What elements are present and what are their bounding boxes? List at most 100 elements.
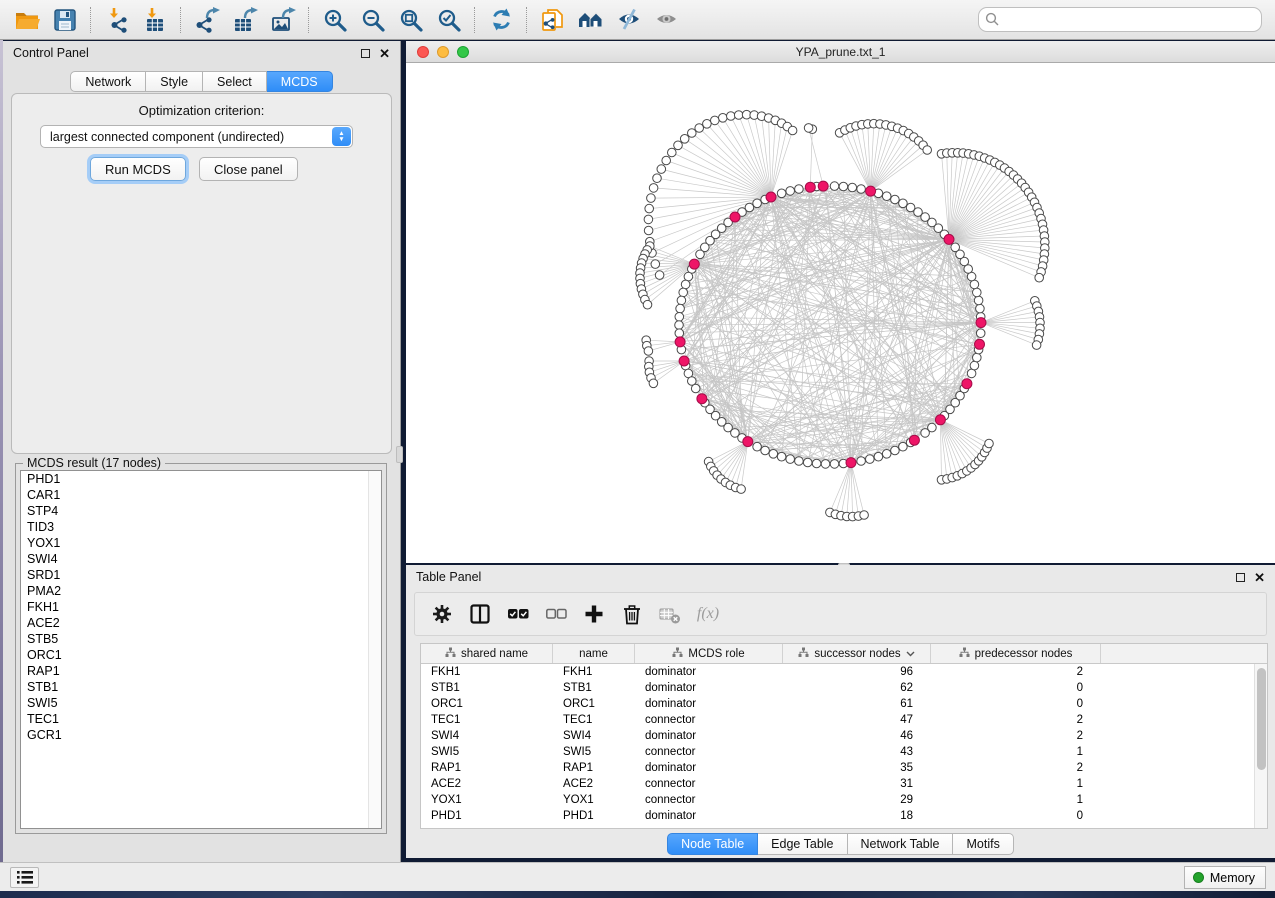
mcds-result-item[interactable]: STB5 [21, 631, 381, 647]
mcds-result-list[interactable]: PHD1CAR1STP4TID3YOX1SWI4SRD1PMA2FKH1ACE2… [20, 470, 382, 829]
table-row[interactable]: SWI4SWI4dominator462 [421, 728, 1254, 744]
export-network-icon[interactable] [188, 4, 226, 36]
table-cell[interactable]: TEC1 [553, 714, 635, 726]
tab-style[interactable]: Style [146, 71, 203, 92]
column-header-shared-name[interactable]: shared name [421, 644, 553, 663]
mcds-result-item[interactable]: FKH1 [21, 599, 381, 615]
table-cell[interactable]: dominator [635, 762, 783, 774]
maximize-window-icon[interactable] [457, 46, 469, 58]
add-icon[interactable] [577, 597, 611, 631]
table-row[interactable]: ORC1ORC1dominator610 [421, 696, 1254, 712]
tab-node-table[interactable]: Node Table [667, 833, 758, 855]
mcds-result-item[interactable]: SWI5 [21, 695, 381, 711]
table-cell[interactable]: 2 [931, 714, 1101, 726]
table-row[interactable]: RAP1RAP1dominator352 [421, 760, 1254, 776]
table-cell[interactable]: 1 [931, 746, 1101, 758]
network-canvas[interactable] [406, 63, 1275, 563]
tab-edge-table[interactable]: Edge Table [758, 833, 847, 855]
table-cell[interactable]: YOX1 [421, 794, 553, 806]
mcds-result-item[interactable]: STP4 [21, 503, 381, 519]
table-cell[interactable]: PHD1 [553, 810, 635, 822]
table-cell[interactable]: PHD1 [421, 810, 553, 822]
mcds-result-item[interactable]: PHD1 [21, 471, 381, 487]
table-cell[interactable]: 61 [783, 698, 931, 710]
import-network-icon[interactable] [98, 4, 136, 36]
mcds-result-item[interactable]: YOX1 [21, 535, 381, 551]
network-overview-icon[interactable] [572, 4, 610, 36]
run-mcds-button[interactable]: Run MCDS [90, 157, 186, 181]
zoom-out-icon[interactable] [354, 4, 392, 36]
mcds-result-item[interactable]: STB1 [21, 679, 381, 695]
table-cell[interactable]: RAP1 [421, 762, 553, 774]
table-row[interactable]: TEC1TEC1connector472 [421, 712, 1254, 728]
table-cell[interactable]: ACE2 [421, 778, 553, 790]
table-cell[interactable]: connector [635, 714, 783, 726]
table-cell[interactable]: FKH1 [421, 666, 553, 678]
table-row[interactable]: PHD1PHD1dominator180 [421, 808, 1254, 824]
table-cell[interactable]: 1 [931, 794, 1101, 806]
optimization-criterion-dropdown[interactable]: largest connected component (undirected)… [40, 125, 353, 148]
table-row[interactable]: ACE2ACE2connector311 [421, 776, 1254, 792]
search-input[interactable] [978, 7, 1262, 32]
table-cell[interactable]: 2 [931, 666, 1101, 678]
table-row[interactable]: STB1STB1dominator620 [421, 680, 1254, 696]
table-cell[interactable]: SWI4 [553, 730, 635, 742]
close-panel-icon[interactable]: ✕ [379, 49, 390, 58]
table-cell[interactable]: ORC1 [421, 698, 553, 710]
tab-network[interactable]: Network [70, 71, 146, 92]
export-table-icon[interactable] [226, 4, 264, 36]
table-cell[interactable]: 29 [783, 794, 931, 806]
task-history-button[interactable] [10, 867, 39, 888]
mcds-result-item[interactable]: PMA2 [21, 583, 381, 599]
select-all-rows-icon[interactable] [501, 597, 535, 631]
table-cell[interactable]: connector [635, 746, 783, 758]
mcds-result-item[interactable]: SWI4 [21, 551, 381, 567]
zoom-in-icon[interactable] [316, 4, 354, 36]
table-cell[interactable]: 62 [783, 682, 931, 694]
table-cell[interactable]: dominator [635, 730, 783, 742]
import-table-icon[interactable] [136, 4, 174, 36]
column-header-name[interactable]: name [553, 644, 635, 663]
table-cell[interactable]: connector [635, 794, 783, 806]
table-cell[interactable]: SWI5 [553, 746, 635, 758]
table-cell[interactable]: dominator [635, 666, 783, 678]
table-cell[interactable]: dominator [635, 682, 783, 694]
delete-icon[interactable] [615, 597, 649, 631]
table-cell[interactable]: ORC1 [553, 698, 635, 710]
table-cell[interactable]: 2 [931, 762, 1101, 774]
mcds-result-item[interactable]: ACE2 [21, 615, 381, 631]
table-cell[interactable]: ACE2 [553, 778, 635, 790]
network-window-titlebar[interactable]: YPA_prune.txt_1 [406, 41, 1275, 63]
table-row[interactable]: SWI5SWI5connector431 [421, 744, 1254, 760]
zoom-selected-icon[interactable] [430, 4, 468, 36]
column-header-successor-nodes[interactable]: successor nodes [783, 644, 931, 663]
table-cell[interactable]: FKH1 [553, 666, 635, 678]
zoom-fit-icon[interactable] [392, 4, 430, 36]
mcds-result-item[interactable]: TID3 [21, 519, 381, 535]
table-cell[interactable]: dominator [635, 810, 783, 822]
table-cell[interactable]: connector [635, 778, 783, 790]
float-panel-icon[interactable] [361, 49, 370, 58]
close-window-icon[interactable] [417, 46, 429, 58]
table-cell[interactable]: 2 [931, 730, 1101, 742]
memory-button[interactable]: Memory [1184, 866, 1266, 889]
mcds-result-item[interactable]: ORC1 [21, 647, 381, 663]
table-cell[interactable]: TEC1 [421, 714, 553, 726]
table-row[interactable]: YOX1YOX1connector291 [421, 792, 1254, 808]
tab-network-table[interactable]: Network Table [848, 833, 954, 855]
table-row[interactable]: FKH1FKH1dominator962 [421, 664, 1254, 680]
minimize-window-icon[interactable] [437, 46, 449, 58]
export-image-icon[interactable] [264, 4, 302, 36]
table-cell[interactable]: RAP1 [553, 762, 635, 774]
table-scrollbar[interactable] [1254, 664, 1267, 828]
network-graph[interactable] [406, 63, 1275, 563]
column-header-predecessor-nodes[interactable]: predecessor nodes [931, 644, 1101, 663]
table-cell[interactable]: SWI5 [421, 746, 553, 758]
table-settings-icon[interactable] [425, 597, 459, 631]
refresh-icon[interactable] [482, 4, 520, 36]
deselect-all-rows-icon[interactable] [539, 597, 573, 631]
table-cell[interactable]: dominator [635, 698, 783, 710]
mcds-result-item[interactable]: RAP1 [21, 663, 381, 679]
table-cell[interactable]: 47 [783, 714, 931, 726]
mcds-list-scrollbar[interactable] [368, 471, 381, 828]
